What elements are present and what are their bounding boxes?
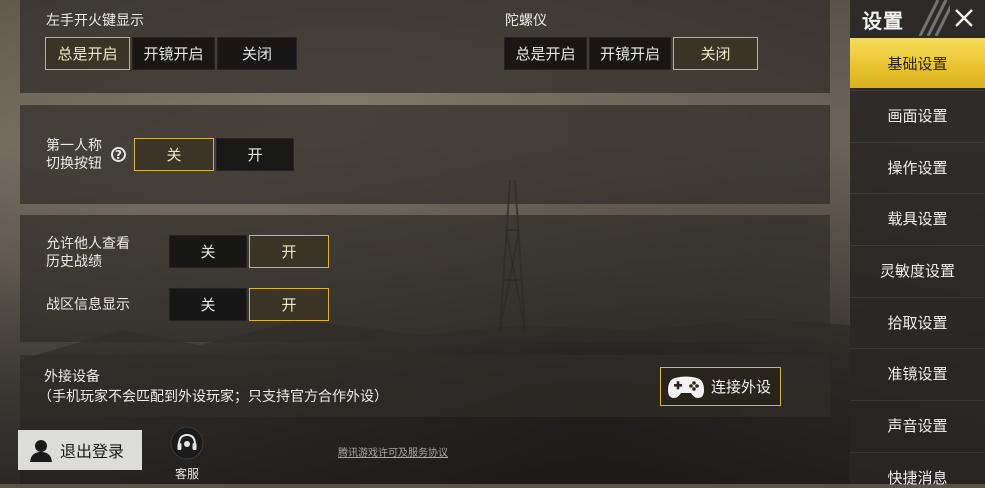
history-label-1: 允许他人查看 xyxy=(46,236,130,252)
headset-icon xyxy=(170,426,204,460)
battle-zone-option-on[interactable]: 开 xyxy=(249,288,329,321)
sidebar-item-scope[interactable]: 准镜设置 xyxy=(850,348,985,398)
sidebar-item-controls[interactable]: 操作设置 xyxy=(850,142,985,192)
sidebar-item-basic[interactable]: 基础设置 xyxy=(850,38,985,88)
sidebar-item-graphics[interactable]: 画面设置 xyxy=(850,90,985,140)
sidebar-item-sound[interactable]: 声音设置 xyxy=(850,400,985,450)
gyro-option-off[interactable]: 关闭 xyxy=(673,37,758,70)
sidebar-item-quick-message[interactable]: 快捷消息 xyxy=(850,452,985,487)
license-link[interactable]: 腾讯游戏许可及服务协议 xyxy=(338,444,448,459)
customer-service-button[interactable]: 客服 xyxy=(165,426,209,482)
history-option-on[interactable]: 开 xyxy=(249,235,329,268)
first-person-label-2: 切换按钮 xyxy=(46,156,102,172)
user-silhouette-icon xyxy=(30,440,52,462)
close-icon[interactable] xyxy=(952,6,976,30)
customer-service-label: 客服 xyxy=(174,467,199,481)
history-label-2: 历史战绩 xyxy=(46,254,102,270)
fire-option-always[interactable]: 总是开启 xyxy=(45,37,130,70)
first-person-option-off[interactable]: 关 xyxy=(134,138,214,171)
sidebar-item-vehicle[interactable]: 载具设置 xyxy=(850,193,985,243)
fire-button-selector: 总是开启 开镜开启 关闭 xyxy=(45,37,299,70)
history-selector: 关 开 xyxy=(169,235,331,268)
connect-peripheral-button[interactable]: 连接外设 xyxy=(660,367,781,406)
peripheral-title: 外接设备 xyxy=(44,369,100,385)
first-person-option-on[interactable]: 开 xyxy=(216,138,294,171)
sidebar-item-pickup[interactable]: 拾取设置 xyxy=(850,297,985,347)
gyroscope-selector: 总是开启 开镜开启 关闭 xyxy=(504,37,760,70)
settings-title: 设置 xyxy=(862,9,904,33)
gamepad-icon xyxy=(668,376,704,398)
gyroscope-label: 陀螺仪 xyxy=(505,13,547,29)
logout-label: 退出登录 xyxy=(60,442,125,461)
title-stripe-decoration xyxy=(918,0,950,36)
history-option-off[interactable]: 关 xyxy=(169,235,247,268)
sidebar-item-sensitivity[interactable]: 灵敏度设置 xyxy=(850,245,985,295)
gyro-option-always[interactable]: 总是开启 xyxy=(504,37,587,70)
peripheral-note: （手机玩家不会匹配到外设玩家；只支持官方合作外设） xyxy=(38,389,388,405)
fire-option-off[interactable]: 关闭 xyxy=(217,37,297,70)
fire-option-scope[interactable]: 开镜开启 xyxy=(132,37,215,70)
fire-button-label: 左手开火键显示 xyxy=(46,13,144,29)
gyro-option-scope[interactable]: 开镜开启 xyxy=(589,37,671,70)
battle-zone-label: 战区信息显示 xyxy=(46,297,130,313)
help-icon[interactable]: ? xyxy=(111,147,126,162)
connect-peripheral-label: 连接外设 xyxy=(711,378,772,396)
battle-zone-option-off[interactable]: 关 xyxy=(169,288,247,321)
first-person-label-1: 第一人称 xyxy=(46,138,102,154)
logout-button[interactable]: 退出登录 xyxy=(18,430,142,470)
battle-zone-selector: 关 开 xyxy=(169,288,331,321)
first-person-selector: 关 开 xyxy=(134,138,296,171)
privacy-panel xyxy=(20,215,830,342)
